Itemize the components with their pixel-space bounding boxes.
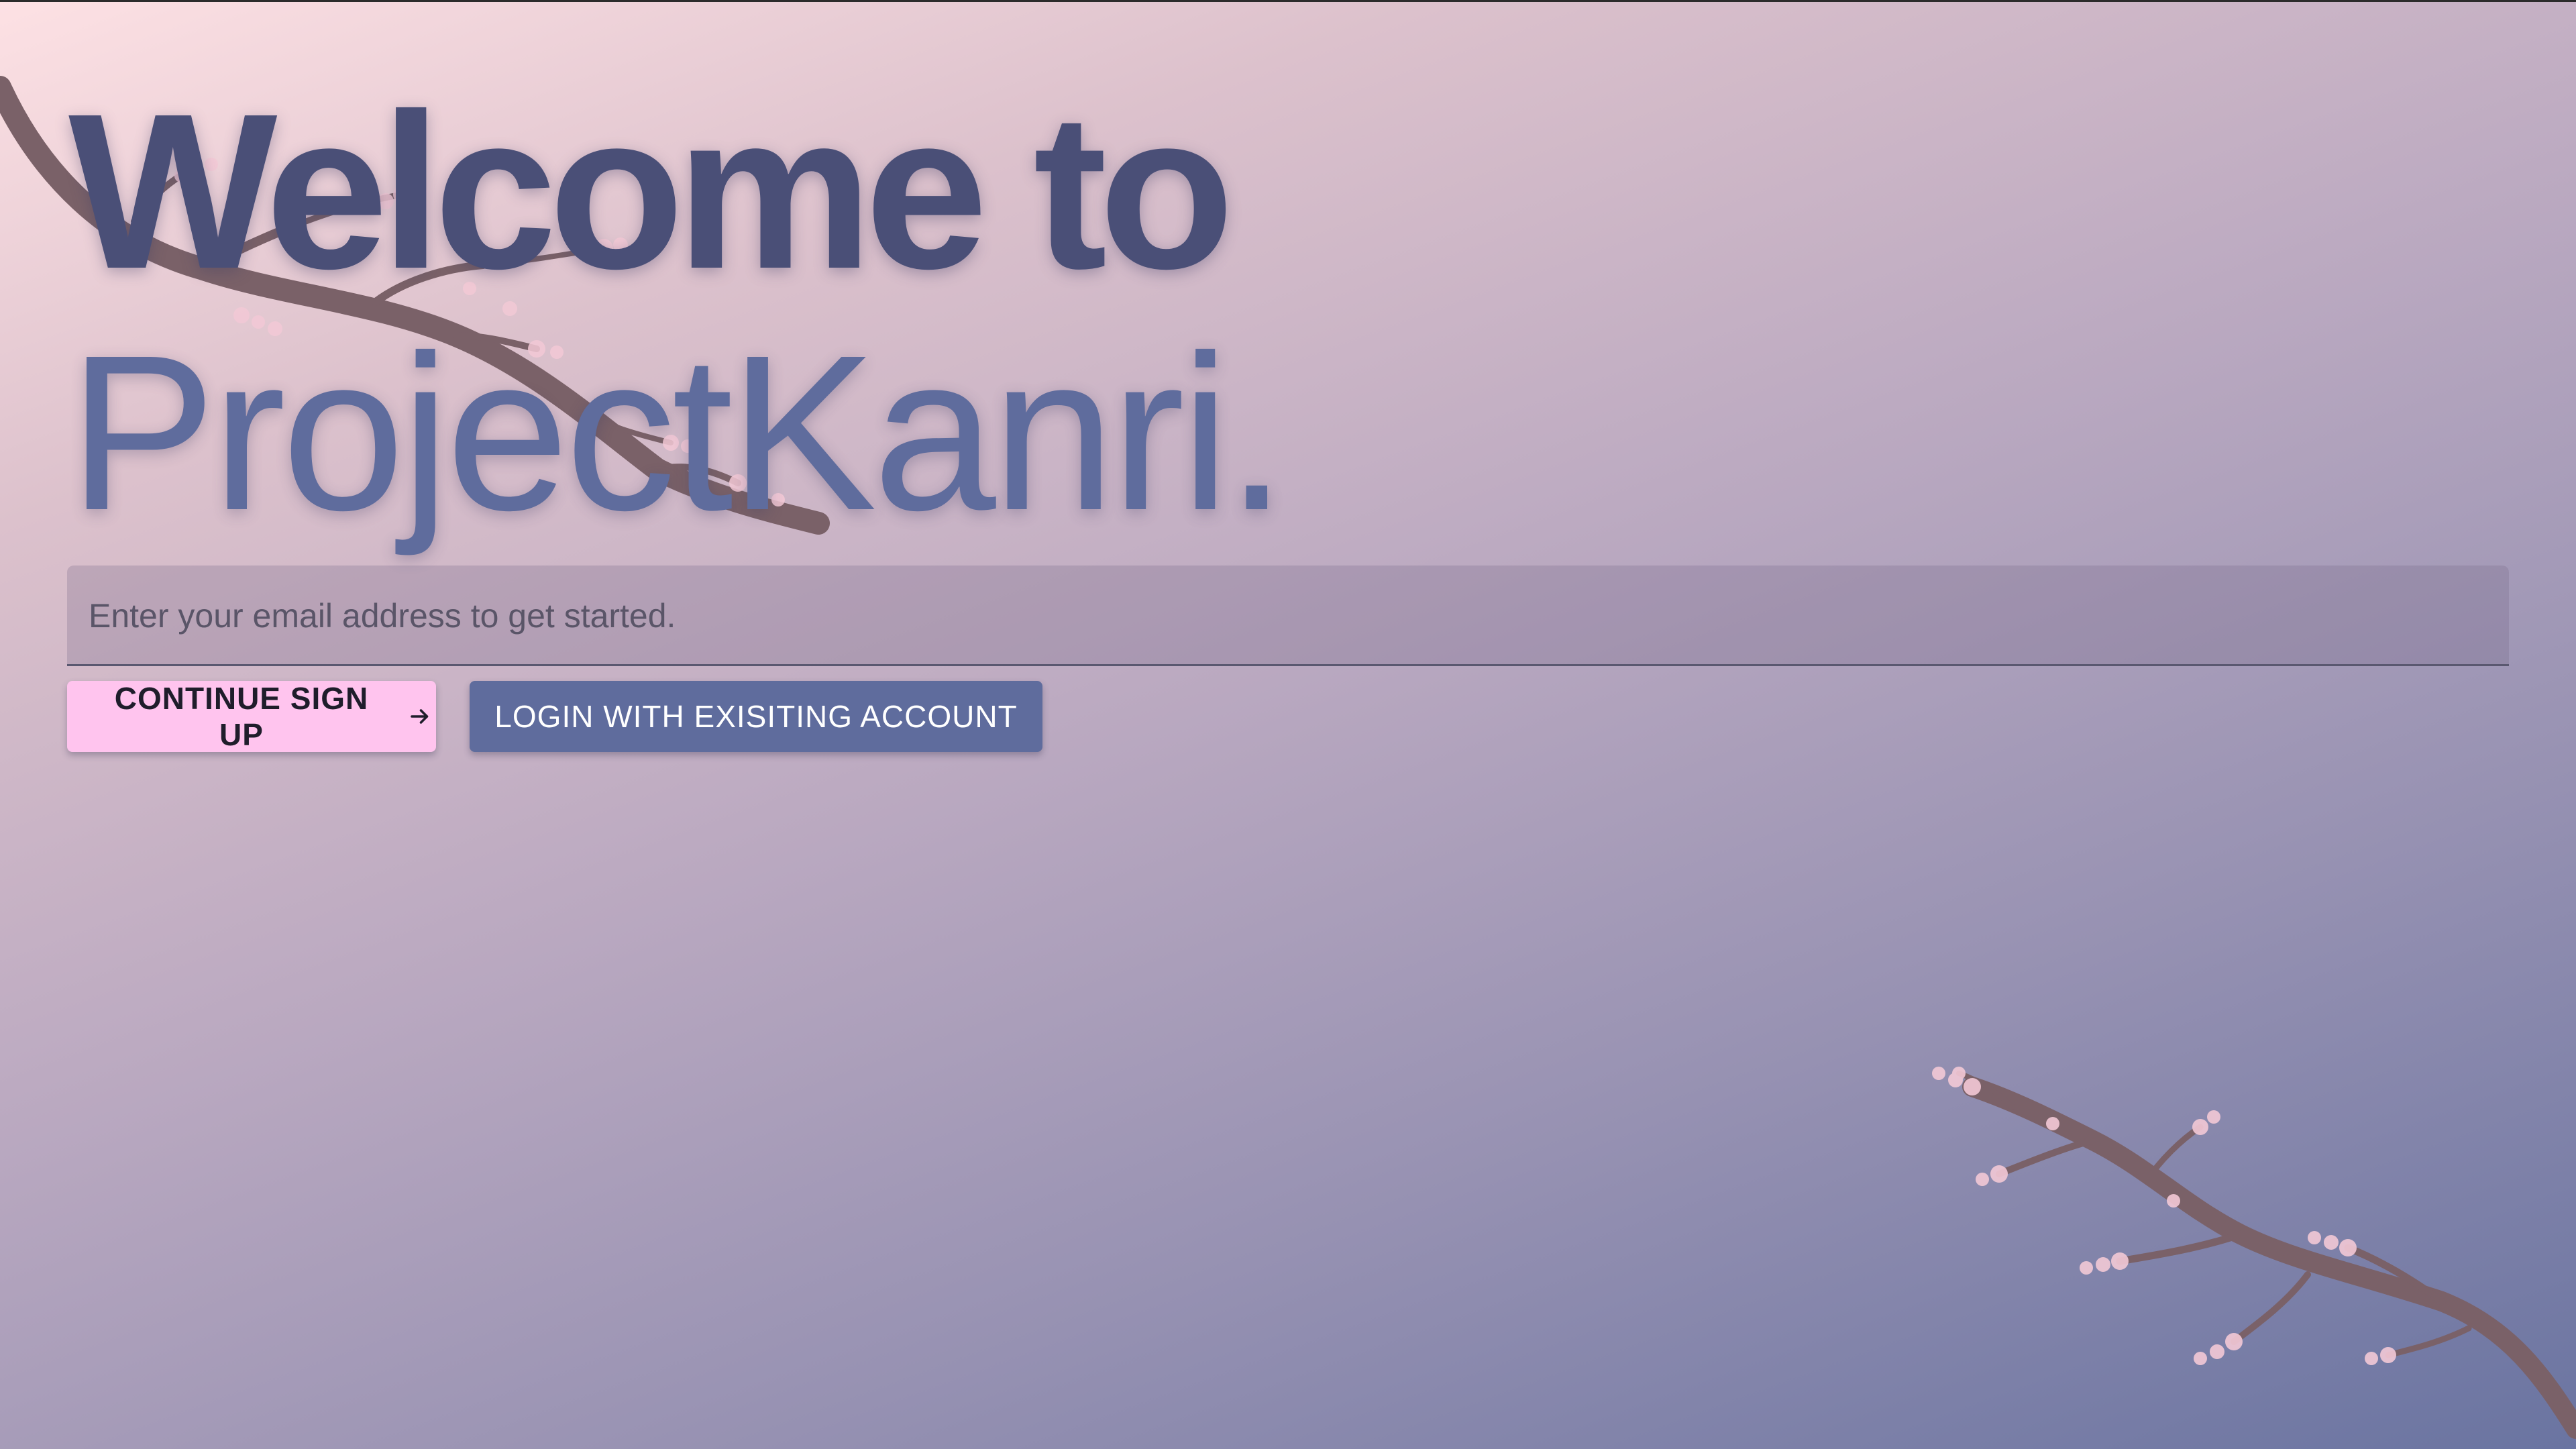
email-input[interactable] (87, 566, 2478, 665)
email-field-container (67, 566, 2509, 666)
arrow-right-icon (408, 704, 432, 729)
hero-heading: Welcome to ProjectKanri. (68, 67, 1287, 556)
continue-sign-up-label: CONTINUE SIGN UP (114, 681, 369, 752)
hero-app-name: ProjectKanri. (68, 309, 1287, 556)
hero-welcome-text: Welcome to (68, 67, 1234, 315)
cherry-blossom-branch-bottom-right (1932, 1067, 2576, 1439)
login-existing-account-label: LOGIN WITH EXISITING ACCOUNT (494, 699, 1018, 734)
window-top-border (0, 0, 2576, 2)
continue-sign-up-button[interactable]: CONTINUE SIGN UP (67, 681, 436, 752)
login-existing-account-button[interactable]: LOGIN WITH EXISITING ACCOUNT (470, 681, 1042, 752)
